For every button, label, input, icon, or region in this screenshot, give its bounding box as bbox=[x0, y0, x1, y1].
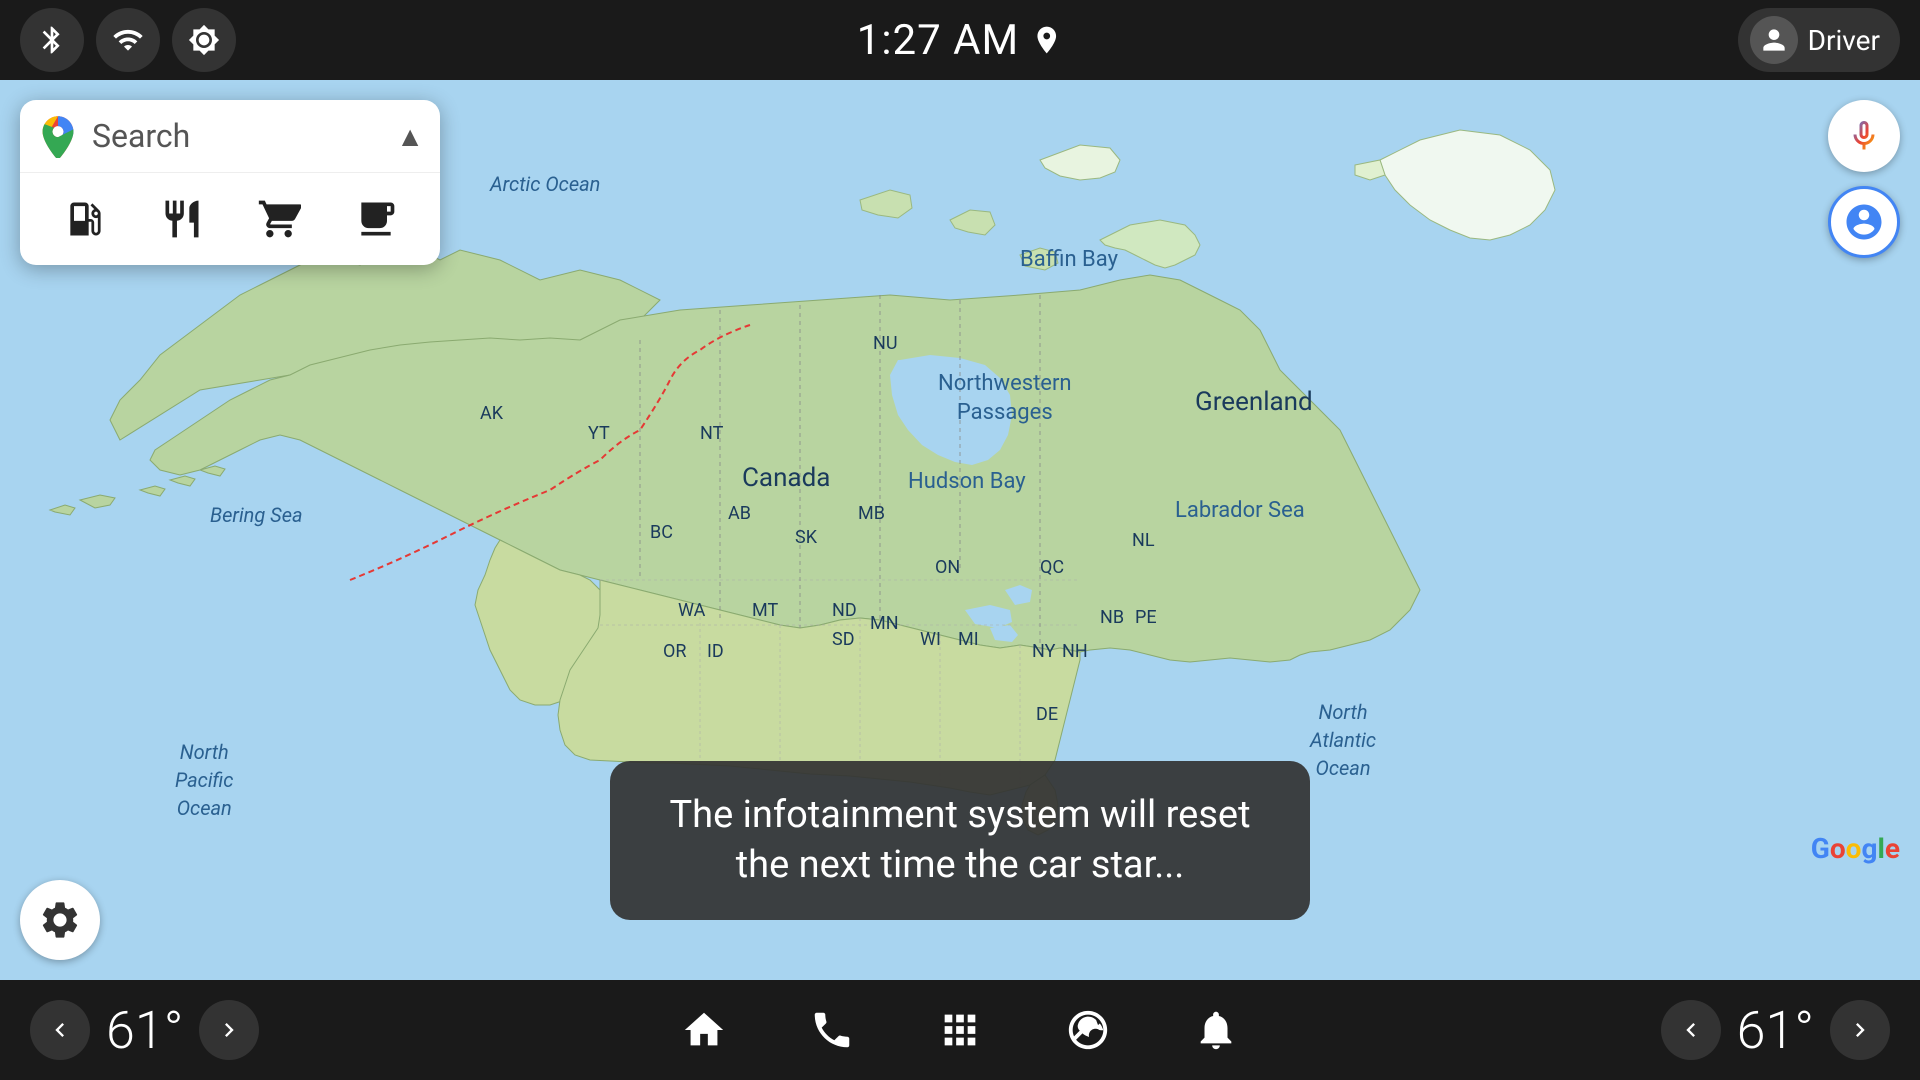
temp-left-next-button[interactable] bbox=[199, 1000, 259, 1060]
settings-button[interactable] bbox=[20, 880, 100, 960]
temp-right-prev-button[interactable] bbox=[1661, 1000, 1721, 1060]
grocery-shortcut[interactable] bbox=[247, 187, 311, 251]
phone-icon bbox=[809, 1007, 855, 1053]
brightness-icon bbox=[188, 24, 220, 56]
status-center: 1:27 AM bbox=[857, 16, 1063, 65]
bluetooth-button[interactable] bbox=[20, 8, 84, 72]
search-bar[interactable]: Search ▲ bbox=[20, 100, 440, 173]
microphone-icon bbox=[1846, 118, 1882, 154]
temp-right-next-button[interactable] bbox=[1830, 1000, 1890, 1060]
status-bar-right: Driver bbox=[1738, 8, 1900, 72]
search-input-display[interactable]: Search bbox=[92, 117, 396, 155]
driver-label: Driver bbox=[1808, 24, 1880, 57]
gas-station-icon bbox=[63, 197, 107, 241]
bottom-left-controls: 61° bbox=[30, 1000, 259, 1061]
apps-button[interactable] bbox=[926, 996, 994, 1064]
search-shortcuts bbox=[20, 173, 440, 265]
toast-text: The infotainment system will reset the n… bbox=[669, 793, 1250, 886]
phone-button[interactable] bbox=[798, 996, 866, 1064]
notifications-bell-icon bbox=[1193, 1007, 1239, 1053]
chevron-left-icon-right bbox=[1677, 1016, 1705, 1044]
temp-left-prev-button[interactable] bbox=[30, 1000, 90, 1060]
status-icons-left bbox=[20, 8, 236, 72]
temp-left-display: 61° bbox=[106, 1000, 183, 1061]
chevron-right-icon-right bbox=[1846, 1016, 1874, 1044]
google-watermark: Google bbox=[1811, 832, 1900, 865]
hvac-fan-icon bbox=[1065, 1007, 1111, 1053]
bluetooth-icon bbox=[36, 24, 68, 56]
location-icon bbox=[1031, 24, 1063, 56]
coffee-icon bbox=[354, 197, 398, 241]
notifications-button[interactable] bbox=[1182, 996, 1250, 1064]
person-icon bbox=[1758, 24, 1790, 56]
driver-button[interactable]: Driver bbox=[1738, 8, 1900, 72]
restaurant-shortcut[interactable] bbox=[150, 187, 214, 251]
wifi-button[interactable] bbox=[96, 8, 160, 72]
bottom-center-nav bbox=[670, 996, 1250, 1064]
toast-notification: The infotainment system will reset the n… bbox=[610, 761, 1310, 920]
wifi-icon bbox=[112, 24, 144, 56]
restaurant-icon bbox=[160, 197, 204, 241]
maps-logo bbox=[36, 114, 80, 158]
map-top-right-controls bbox=[1828, 100, 1900, 258]
hvac-button[interactable] bbox=[1054, 996, 1122, 1064]
bottom-right-controls: 61° bbox=[1661, 1000, 1890, 1061]
bottom-bar: 61° bbox=[0, 980, 1920, 1080]
search-chevron-icon: ▲ bbox=[396, 120, 424, 153]
chevron-right-icon-left bbox=[215, 1016, 243, 1044]
user-profile-button[interactable] bbox=[1828, 186, 1900, 258]
brightness-button[interactable] bbox=[172, 8, 236, 72]
apps-grid-icon bbox=[937, 1007, 983, 1053]
home-button[interactable] bbox=[670, 996, 738, 1064]
profile-icon bbox=[1843, 201, 1885, 243]
voice-search-button[interactable] bbox=[1828, 100, 1900, 172]
grocery-icon bbox=[257, 197, 301, 241]
status-bar: 1:27 AM Driver bbox=[0, 0, 1920, 80]
driver-avatar bbox=[1750, 16, 1798, 64]
gas-station-shortcut[interactable] bbox=[53, 187, 117, 251]
coffee-shortcut[interactable] bbox=[344, 187, 408, 251]
home-icon bbox=[681, 1007, 727, 1053]
search-panel: Search ▲ bbox=[20, 100, 440, 265]
settings-gear-icon bbox=[38, 898, 82, 942]
temp-right-display: 61° bbox=[1737, 1000, 1814, 1061]
chevron-left-icon bbox=[46, 1016, 74, 1044]
status-time: 1:27 AM bbox=[857, 16, 1019, 65]
